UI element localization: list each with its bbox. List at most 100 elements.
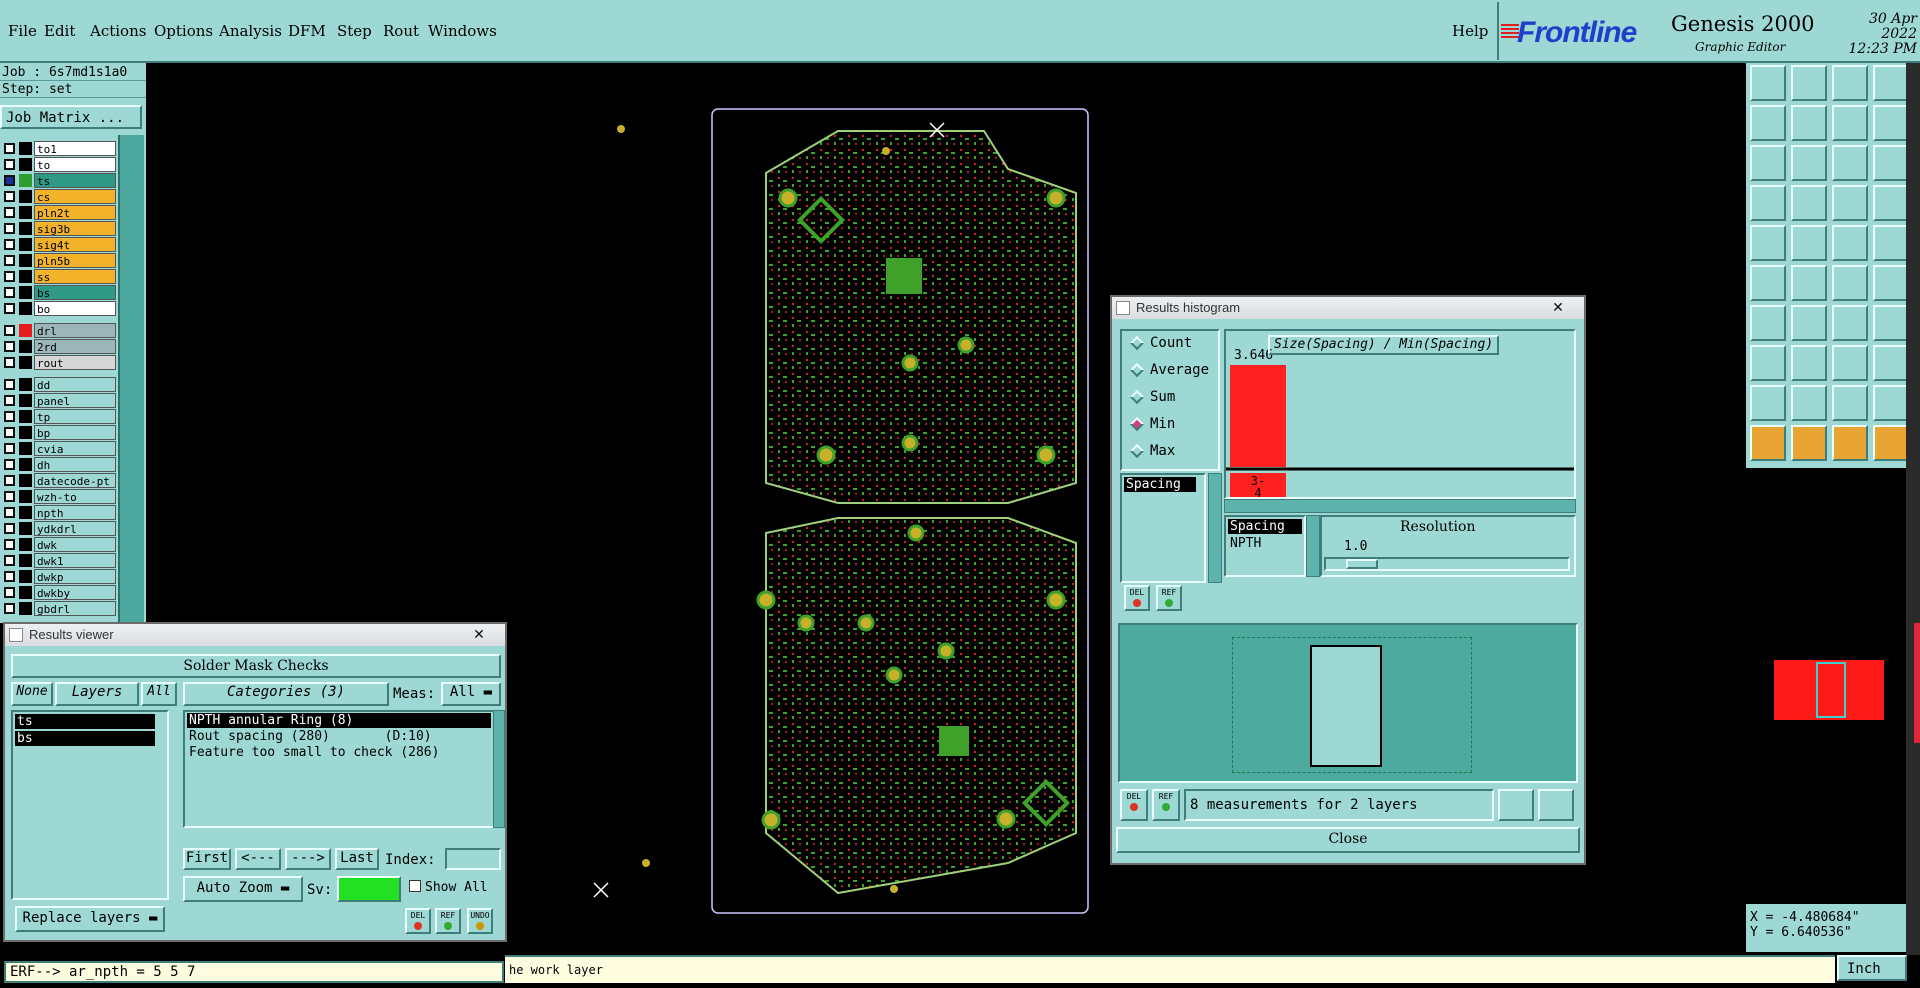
layer-color-swatch[interactable] <box>19 190 32 203</box>
layer-color-swatch[interactable] <box>19 238 32 251</box>
histogram-bar[interactable] <box>1230 365 1286 467</box>
layer-name[interactable]: ss <box>34 269 116 284</box>
layer-row-sig4t[interactable]: sig4t <box>2 237 116 252</box>
layer-color-swatch[interactable] <box>19 554 32 567</box>
resolution-slider-thumb[interactable] <box>1346 559 1378 569</box>
layer-name[interactable]: drl <box>34 323 116 338</box>
histogram-close-button[interactable]: Close <box>1116 827 1580 853</box>
layer-name[interactable]: 2rd <box>34 339 116 354</box>
center-icon[interactable] <box>1791 145 1827 181</box>
categories-label[interactable]: Categories (3) <box>183 682 389 706</box>
layer-name[interactable]: dd <box>34 377 116 392</box>
layer-row-dwk[interactable]: dwk <box>2 537 116 552</box>
layer-color-swatch[interactable] <box>19 474 32 487</box>
layer-row-to[interactable]: to <box>2 157 116 172</box>
layer-color-swatch[interactable] <box>19 458 32 471</box>
layer-name[interactable]: bs <box>34 285 116 300</box>
zoom-box-icon[interactable] <box>1750 145 1786 181</box>
selection-item-spacing[interactable]: Spacing <box>1228 519 1302 534</box>
mirror-icon[interactable] <box>1873 305 1909 341</box>
layer-name[interactable]: dh <box>34 457 116 472</box>
layer-row-bo[interactable]: bo <box>2 301 116 316</box>
layer-color-swatch[interactable] <box>19 522 32 535</box>
layer-color-swatch[interactable] <box>19 302 32 315</box>
layer-checkbox[interactable] <box>4 239 15 250</box>
layer-name[interactable]: wzh-to <box>34 489 116 504</box>
units-dropdown[interactable]: Inch ▬ <box>1837 955 1907 988</box>
layer-row-ts[interactable]: ts <box>2 173 116 188</box>
triangle-icon[interactable] <box>1750 385 1786 421</box>
layer-name[interactable]: dwk <box>34 537 116 552</box>
layer-row-datecode-pt[interactable]: datecode-pt <box>2 473 116 488</box>
layer-row-cs[interactable]: cs <box>2 189 116 204</box>
line-icon[interactable] <box>1832 265 1868 301</box>
layer-checkbox[interactable] <box>4 175 15 186</box>
layer-name[interactable]: cvia <box>34 441 116 456</box>
layer-color-swatch[interactable] <box>19 394 32 407</box>
help-icon[interactable] <box>1873 145 1909 181</box>
mode-radio-max[interactable]: Max <box>1129 443 1175 463</box>
layer-name[interactable]: pln5b <box>34 253 116 268</box>
layer-color-swatch[interactable] <box>19 286 32 299</box>
menu-edit[interactable]: Edit <box>44 22 75 40</box>
net-icon[interactable] <box>1750 265 1786 301</box>
layer-checkbox[interactable] <box>4 491 15 502</box>
histogram-close-x-button[interactable]: ✕ <box>1538 299 1578 316</box>
layer-color-swatch[interactable] <box>19 586 32 599</box>
pad-icon[interactable] <box>1873 225 1909 261</box>
ratio-icon[interactable] <box>1832 145 1868 181</box>
copy-icon[interactable] <box>1873 345 1909 381</box>
layer-checkbox[interactable] <box>4 459 15 470</box>
layer-color-swatch[interactable] <box>19 490 32 503</box>
snap-alt-icon[interactable] <box>1873 185 1909 221</box>
pan-icon[interactable] <box>1832 105 1868 141</box>
layer-checkbox[interactable] <box>4 287 15 298</box>
param-list-item[interactable]: Spacing <box>1124 477 1196 492</box>
zoom-in-icon[interactable] <box>1750 105 1786 141</box>
histogram-titlebar[interactable]: Results histogram ✕ <box>1112 297 1584 319</box>
layer-checkbox[interactable] <box>4 379 15 390</box>
layer-name[interactable]: bp <box>34 425 116 440</box>
layer-checkbox[interactable] <box>4 555 15 566</box>
layer-checkbox[interactable] <box>4 191 15 202</box>
layer-checkbox[interactable] <box>4 443 15 454</box>
menu-step[interactable]: Step <box>337 22 372 40</box>
job-matrix-button[interactable]: Job Matrix ... <box>0 105 142 129</box>
command-line[interactable]: ERF--> ar_npth = 5 5 7 <box>4 961 504 983</box>
index-input[interactable] <box>445 848 501 870</box>
layer-checkbox[interactable] <box>4 571 15 582</box>
param-list-scrollbar[interactable] <box>1208 473 1222 583</box>
select-alt-icon[interactable] <box>1791 425 1827 461</box>
layer-color-swatch[interactable] <box>19 254 32 267</box>
layer-name[interactable]: dwk1 <box>34 553 116 568</box>
show-all-checkbox[interactable] <box>409 880 421 892</box>
import-icon[interactable] <box>1538 789 1574 821</box>
layer-row-dwkby[interactable]: dwkby <box>2 585 116 600</box>
layer-name[interactable]: gbdrl <box>34 601 116 616</box>
preview-del-button[interactable]: DEL <box>1120 789 1148 821</box>
viewer-titlebar[interactable]: Results viewer ✕ <box>5 624 505 646</box>
layer-row-wzh-to[interactable]: wzh-to <box>2 489 116 504</box>
auto-zoom-dropdown[interactable]: Auto Zoom ▬ <box>183 876 303 902</box>
layer-row-dd[interactable]: dd <box>2 377 116 392</box>
none-button[interactable]: None <box>11 682 53 706</box>
layer-row-to1[interactable]: to1 <box>2 141 116 156</box>
menu-file[interactable]: File <box>8 22 37 40</box>
layer-checkbox[interactable] <box>4 475 15 486</box>
hist-del-button[interactable]: DEL <box>1124 585 1150 611</box>
layer-color-swatch[interactable] <box>19 602 32 615</box>
home-icon[interactable] <box>1832 65 1868 101</box>
category-item[interactable]: NPTH annular Ring (8) <box>187 713 491 728</box>
layer-row-tp[interactable]: tp <box>2 409 116 424</box>
origin-icon[interactable] <box>1750 345 1786 381</box>
select-c-icon[interactable] <box>1873 425 1909 461</box>
layer-checkbox[interactable] <box>4 411 15 422</box>
layer-checkbox[interactable] <box>4 357 15 368</box>
layer-checkbox[interactable] <box>4 271 15 282</box>
replace-layers-dropdown[interactable]: Replace layers ▬ <box>15 906 165 932</box>
layer-checkbox[interactable] <box>4 159 15 170</box>
grid-icon[interactable] <box>1791 185 1827 221</box>
layer-row-cvia[interactable]: cvia <box>2 441 116 456</box>
category-item[interactable]: Feature too small to check (286) <box>187 745 491 760</box>
snap-icon[interactable] <box>1832 185 1868 221</box>
